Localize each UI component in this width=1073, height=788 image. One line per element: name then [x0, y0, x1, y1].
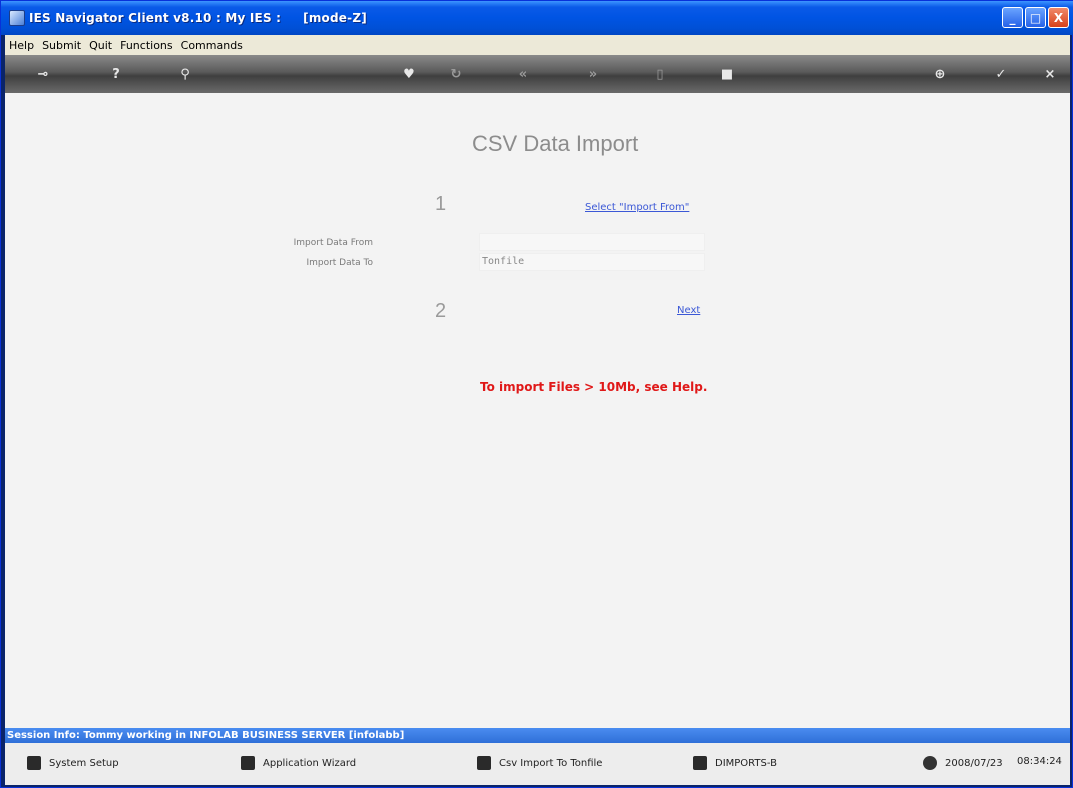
- session-info: Session Info: Tommy working in INFOLAB B…: [7, 730, 405, 741]
- disk-icon: [241, 756, 255, 770]
- import-from-label: Import Data From: [293, 238, 373, 248]
- current-time: 08:34:24: [1017, 756, 1062, 767]
- next-link[interactable]: Next: [677, 305, 700, 316]
- add-icon[interactable]: ⊕: [932, 66, 948, 82]
- menu-submit[interactable]: Submit: [42, 39, 81, 52]
- import-to-label: Import Data To: [306, 258, 373, 268]
- close-icon[interactable]: ×: [1042, 66, 1058, 82]
- task-application-wizard[interactable]: Application Wizard: [241, 756, 356, 770]
- window-title: IES Navigator Client v8.10 : My IES :: [29, 11, 282, 25]
- task-label: System Setup: [49, 757, 119, 769]
- close-button[interactable]: X: [1048, 7, 1069, 28]
- clock: 2008/07/23: [923, 756, 1003, 770]
- step-2-number: 2: [435, 300, 447, 322]
- heart-icon[interactable]: ♥: [401, 66, 417, 82]
- page-title: CSV Data Import: [472, 131, 639, 156]
- window-mode: [mode-Z]: [303, 11, 367, 25]
- select-import-from-link[interactable]: Select "Import From": [585, 202, 689, 213]
- menu-functions[interactable]: Functions: [120, 39, 173, 52]
- step-1-number: 1: [435, 193, 447, 215]
- menu-commands[interactable]: Commands: [181, 39, 243, 52]
- session-info-bar: Session Info: Tommy working in INFOLAB B…: [5, 728, 1070, 743]
- refresh-icon[interactable]: ↻: [448, 66, 464, 82]
- task-system-setup[interactable]: System Setup: [27, 756, 119, 770]
- import-to-field[interactable]: Tonfile: [479, 253, 705, 271]
- book-icon: [27, 756, 41, 770]
- help-icon[interactable]: ?: [108, 66, 124, 82]
- trash-icon[interactable]: ▯: [652, 66, 668, 82]
- task-label: DIMPORTS-B: [715, 757, 777, 769]
- clock-icon: [923, 756, 937, 770]
- menu-bar: Help Submit Quit Functions Commands: [5, 35, 1070, 55]
- stop-icon[interactable]: ■: [719, 66, 735, 82]
- app-window: IES Navigator Client v8.10 : My IES : [m…: [0, 0, 1073, 788]
- task-label: Csv Import To Tonfile: [499, 757, 603, 769]
- taskbar: System Setup Application Wizard Csv Impo…: [5, 743, 1070, 785]
- maximize-button[interactable]: □: [1025, 7, 1046, 28]
- toolbar: ⊸ ? ⚲ ♥ ↻ « » ▯ ■ ⊕ ✓ ×: [5, 55, 1070, 93]
- menu-quit[interactable]: Quit: [89, 39, 112, 52]
- current-date: 2008/07/23: [945, 757, 1003, 769]
- task-csv-import[interactable]: Csv Import To Tonfile: [477, 756, 602, 770]
- size-warning: To import Files > 10Mb, see Help.: [480, 380, 708, 394]
- window-controls: _ □ X: [1002, 7, 1069, 28]
- menu-help[interactable]: Help: [9, 39, 34, 52]
- import-from-field[interactable]: [479, 233, 705, 251]
- title-bar[interactable]: IES Navigator Client v8.10 : My IES : [m…: [1, 1, 1073, 35]
- search-icon[interactable]: ⚲: [177, 66, 193, 82]
- app-icon: [9, 10, 25, 26]
- forward-icon[interactable]: »: [585, 66, 601, 82]
- network-icon: [693, 756, 707, 770]
- key-icon[interactable]: ⊸: [35, 66, 51, 82]
- minimize-button[interactable]: _: [1002, 7, 1023, 28]
- import-icon: [477, 756, 491, 770]
- task-dimports[interactable]: DIMPORTS-B: [693, 756, 777, 770]
- check-icon[interactable]: ✓: [993, 66, 1009, 82]
- task-label: Application Wizard: [263, 757, 357, 769]
- main-content: CSV Data Import 1 Select "Import From" I…: [5, 93, 1070, 728]
- rewind-icon[interactable]: «: [515, 66, 531, 82]
